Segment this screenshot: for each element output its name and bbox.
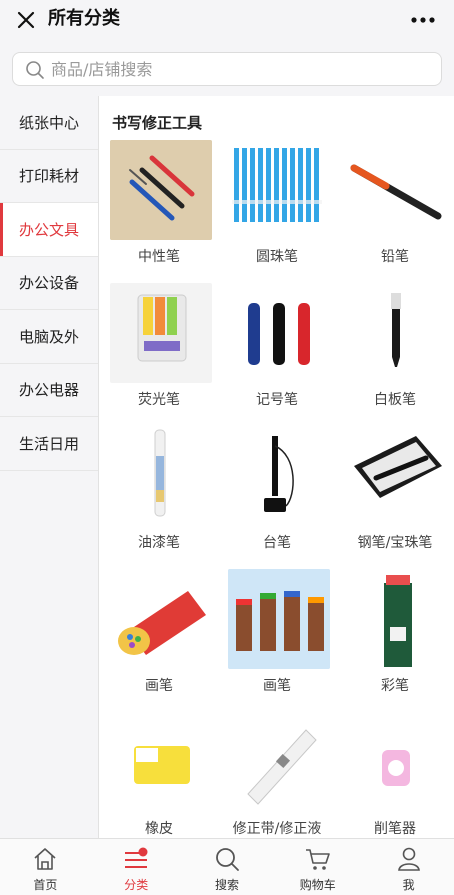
product-tile-desk-pen[interactable]: 台笔 (218, 424, 336, 567)
paint-marker-image (110, 426, 212, 526)
sidebar-item-paper[interactable]: 纸张中心 (0, 96, 98, 150)
close-icon[interactable] (14, 8, 38, 32)
search-box[interactable] (12, 52, 442, 86)
category-content: 书写修正工具 中性笔 圆珠笔 铅笔 荧光笔 记号笔 白板笔 油漆笔 台笔 钢笔/… (100, 96, 454, 838)
color-pens-image (346, 569, 448, 669)
gel-pen-image (110, 140, 212, 240)
top-bar: 所有分类 (0, 0, 454, 40)
product-grid: 中性笔 圆珠笔 铅笔 荧光笔 记号笔 白板笔 油漆笔 台笔 钢笔/宝珠笔 画笔 … (100, 138, 454, 838)
colored-pencils-tube-image (110, 569, 212, 669)
whiteboard-marker-image (346, 283, 448, 383)
category-icon (122, 845, 150, 873)
home-icon (31, 845, 59, 873)
product-tile-marker[interactable]: 记号笔 (218, 281, 336, 424)
sidebar-item-label: 电脑及外 (18, 327, 79, 346)
product-label: 画笔 (263, 678, 291, 694)
product-label: 钢笔/宝珠笔 (357, 535, 433, 551)
sidebar-item-printing-supplies[interactable]: 打印耗材 (0, 149, 98, 203)
search-bar-container (0, 40, 454, 96)
tab-label: 购物车 (299, 878, 336, 892)
tab-label: 搜索 (214, 878, 239, 892)
more-options-icon[interactable] (410, 12, 436, 26)
cart-icon (304, 845, 332, 873)
product-tile-highlighter[interactable]: 荧光笔 (100, 281, 218, 424)
sidebar-item-label: 打印耗材 (18, 167, 79, 186)
product-label: 荧光笔 (138, 392, 180, 408)
search-icon (25, 60, 45, 80)
product-tile-fountain-pen[interactable]: 钢笔/宝珠笔 (336, 424, 454, 567)
sharpener-image (346, 712, 448, 812)
product-tile-correction-tape[interactable]: 修正带/修正液 (218, 710, 336, 838)
product-label: 铅笔 (381, 249, 409, 265)
section-title: 书写修正工具 (112, 114, 203, 132)
product-tile-colored-pencils-tube[interactable]: 画笔 (100, 567, 218, 710)
sidebar-item-label: 纸张中心 (18, 113, 79, 132)
tab-me[interactable]: 我 (363, 839, 454, 895)
desk-pen-image (228, 426, 330, 526)
sidebar-item-label: 办公设备 (18, 274, 79, 293)
category-sidebar: 纸张中心 打印耗材 办公文具 办公设备 电脑及外 办公电器 生活日用 (0, 96, 99, 838)
product-label: 台笔 (263, 535, 291, 551)
sidebar-item-label: 生活日用 (18, 434, 79, 453)
sidebar-item-computers[interactable]: 电脑及外 (0, 310, 98, 364)
product-label: 中性笔 (138, 249, 180, 265)
bottom-tab-bar: 首页 分类 搜索 购物车 我 (0, 838, 454, 895)
pencil-image (346, 140, 448, 240)
product-tile-colored-pencils-set[interactable]: 画笔 (218, 567, 336, 710)
tab-label: 我 (402, 878, 415, 892)
product-label: 记号笔 (256, 392, 298, 408)
user-icon (395, 845, 423, 873)
sidebar-item-office-equipment[interactable]: 办公设备 (0, 256, 98, 310)
product-tile-pencil[interactable]: 铅笔 (336, 138, 454, 281)
tab-search[interactable]: 搜索 (182, 839, 273, 895)
search-input[interactable] (51, 53, 421, 85)
ballpoint-pen-image (228, 140, 330, 240)
product-label: 橡皮 (145, 821, 173, 837)
product-label: 圆珠笔 (256, 249, 298, 265)
sidebar-item-label: 办公文具 (18, 220, 79, 239)
sidebar-item-office-stationery[interactable]: 办公文具 (0, 203, 98, 257)
page-title: 所有分类 (48, 8, 120, 29)
tab-home[interactable]: 首页 (0, 839, 91, 895)
sidebar-item-label: 办公电器 (18, 381, 79, 400)
product-tile-paint-marker[interactable]: 油漆笔 (100, 424, 218, 567)
product-tile-whiteboard-marker[interactable]: 白板笔 (336, 281, 454, 424)
tab-cart[interactable]: 购物车 (272, 839, 363, 895)
correction-pen-image (228, 712, 330, 812)
search-icon (213, 845, 241, 873)
product-label: 彩笔 (381, 678, 409, 694)
product-tile-eraser[interactable]: 橡皮 (100, 710, 218, 838)
fountain-pen-image (346, 426, 448, 526)
sidebar-item-office-appliances[interactable]: 办公电器 (0, 363, 98, 417)
product-label: 削笔器 (374, 821, 416, 837)
eraser-image (110, 712, 212, 812)
product-tile-ballpoint-pen[interactable]: 圆珠笔 (218, 138, 336, 281)
product-tile-gel-pen[interactable]: 中性笔 (100, 138, 218, 281)
product-tile-color-pens[interactable]: 彩笔 (336, 567, 454, 710)
marker-image (228, 283, 330, 383)
tab-label: 首页 (33, 878, 58, 892)
highlighter-image (110, 283, 212, 383)
product-label: 修正带/修正液 (232, 821, 322, 837)
product-label: 白板笔 (374, 392, 416, 408)
product-label: 油漆笔 (138, 535, 180, 551)
product-tile-sharpener[interactable]: 削笔器 (336, 710, 454, 838)
colored-pencils-set-image (228, 569, 330, 669)
tab-label: 分类 (124, 878, 149, 892)
tab-category[interactable]: 分类 (91, 839, 182, 895)
product-label: 画笔 (145, 678, 173, 694)
sidebar-item-daily-goods[interactable]: 生活日用 (0, 417, 98, 471)
